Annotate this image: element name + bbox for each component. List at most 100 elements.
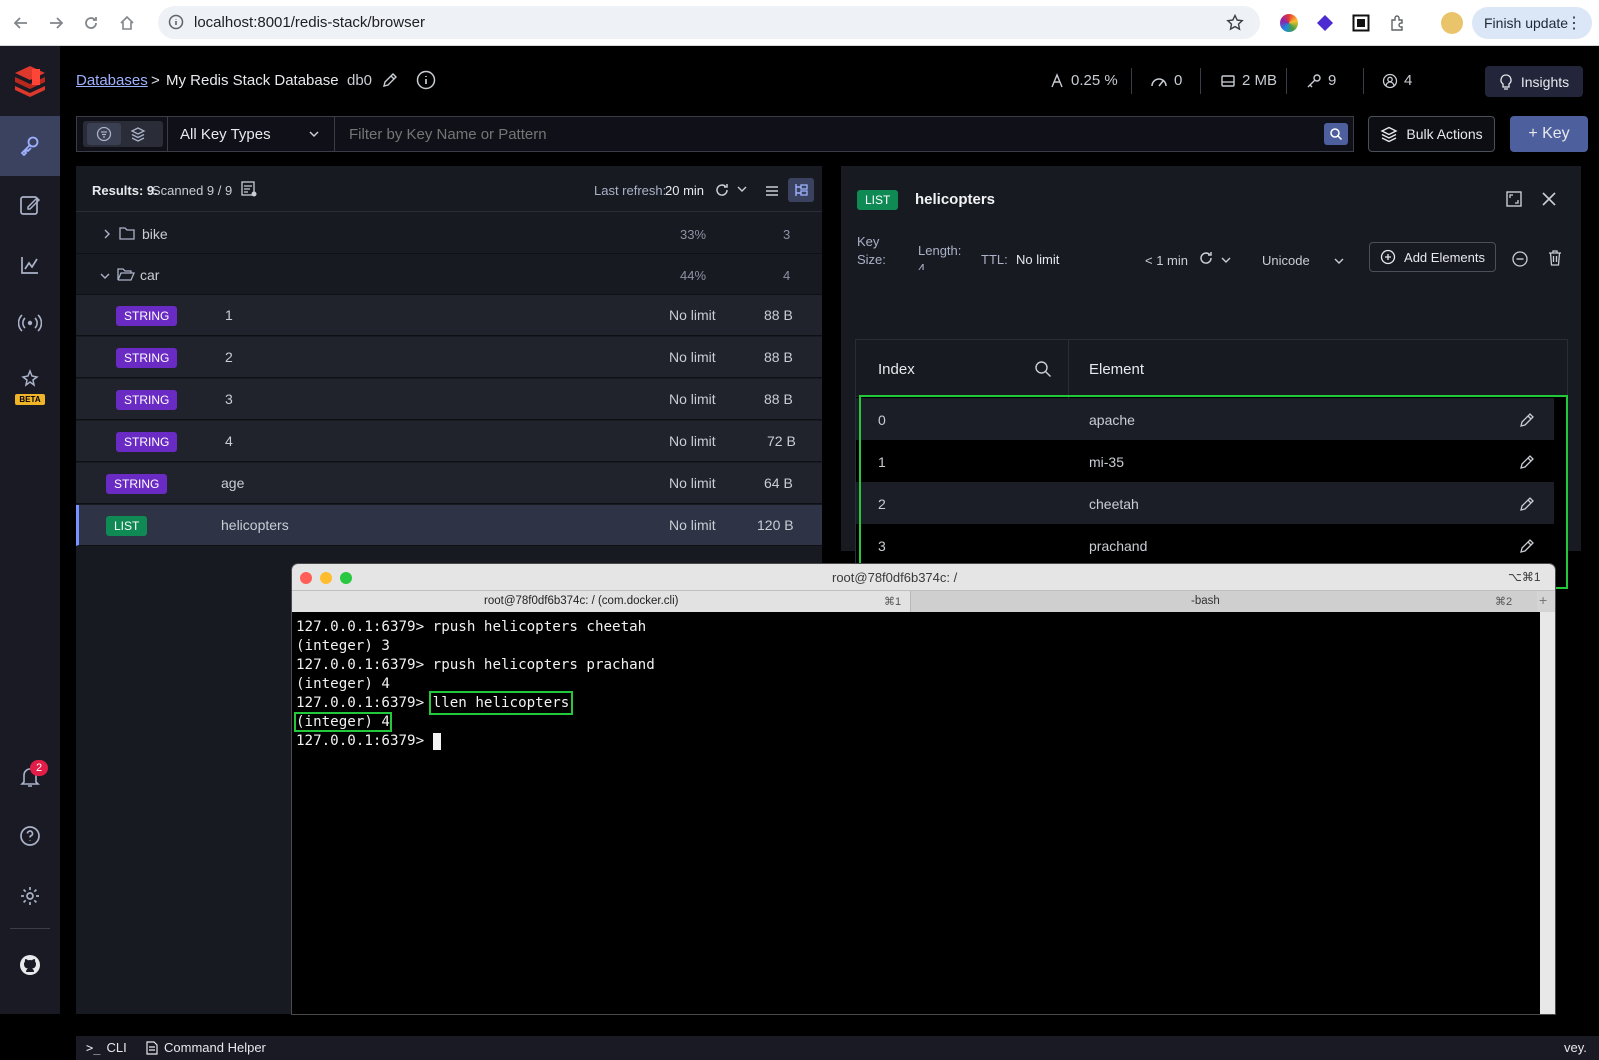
column-resize-handle[interactable] bbox=[1068, 340, 1069, 397]
sidebar-browser-key-icon[interactable] bbox=[0, 116, 60, 176]
add-elements-button[interactable]: Add Elements bbox=[1369, 242, 1496, 272]
extension-diamond-icon[interactable] bbox=[1316, 14, 1334, 32]
terminal-output[interactable]: 127.0.0.1:6379> rpush helicopters cheeta… bbox=[292, 612, 1540, 1014]
reload-icon[interactable] bbox=[80, 12, 102, 34]
sidebar-github-icon[interactable] bbox=[0, 936, 60, 994]
delete-key-trash-icon[interactable] bbox=[1547, 249, 1563, 267]
keys-stat: 9 bbox=[1306, 72, 1336, 89]
new-tab-plus-icon[interactable]: + bbox=[1539, 592, 1547, 608]
key-size: 120 B bbox=[757, 517, 794, 533]
refresh-options-chevron-icon[interactable] bbox=[736, 184, 748, 194]
sidebar-analysis-icon[interactable] bbox=[0, 236, 60, 294]
sidebar-settings-gear-icon[interactable] bbox=[0, 867, 60, 925]
remove-elements-icon[interactable] bbox=[1511, 250, 1529, 268]
close-icon[interactable] bbox=[1541, 191, 1557, 207]
detail-key-name[interactable]: helicopters bbox=[915, 191, 995, 208]
stat-divider bbox=[1286, 68, 1287, 94]
terminal-tab[interactable]: -bash ⌘2 bbox=[910, 591, 1537, 612]
finish-update-button[interactable]: Finish update ⋮ bbox=[1472, 7, 1592, 39]
terminal-line: (integer) 4 bbox=[296, 676, 390, 692]
breadcrumb-databases-link[interactable]: Databases bbox=[76, 72, 148, 89]
terminal-window[interactable]: root@78f0df6b374c: / ⌥⌘1 root@78f0df6b37… bbox=[292, 564, 1555, 1014]
extension-square-icon[interactable] bbox=[1352, 14, 1370, 32]
insights-label: Insights bbox=[1520, 73, 1570, 90]
key-row[interactable]: STRING age No limit 64 B bbox=[76, 463, 822, 504]
forward-icon[interactable] bbox=[45, 12, 67, 34]
bulk-actions-button[interactable]: Bulk Actions bbox=[1368, 116, 1495, 152]
key-type-select[interactable]: All Key Types bbox=[168, 117, 334, 151]
sidebar-triggers-beta-icon[interactable]: BETA bbox=[0, 351, 60, 421]
add-key-label: + Key bbox=[1528, 125, 1570, 142]
list-view-icon[interactable] bbox=[760, 180, 784, 202]
key-size: 88 B bbox=[764, 349, 793, 365]
edit-db-index-pencil-icon[interactable] bbox=[382, 72, 398, 88]
key-row-selected[interactable]: LIST helicopters No limit 120 B bbox=[76, 505, 822, 546]
index-search-icon[interactable] bbox=[1034, 360, 1052, 378]
redis-logo[interactable] bbox=[0, 46, 60, 114]
terminal-tab-label: -bash bbox=[1191, 595, 1220, 607]
site-info-icon[interactable] bbox=[168, 14, 184, 30]
encoding-value: Unicode bbox=[1262, 253, 1310, 268]
folder-icon bbox=[119, 227, 135, 240]
filter-search-mode-icon[interactable] bbox=[87, 123, 121, 145]
terminal-tab-label: root@78f0df6b374c: / (com.docker.cli) bbox=[484, 595, 679, 607]
back-icon[interactable] bbox=[10, 12, 32, 34]
sidebar-workbench-icon[interactable] bbox=[0, 176, 60, 234]
key-ttl: No limit bbox=[669, 391, 716, 407]
more-vert-icon[interactable]: ⋮ bbox=[1566, 13, 1582, 33]
terminal-zoom-button[interactable] bbox=[340, 572, 352, 584]
search-icon[interactable] bbox=[1324, 123, 1348, 145]
key-type-badge: STRING bbox=[116, 390, 178, 410]
key-row[interactable]: STRING 3 No limit 88 B bbox=[76, 379, 822, 420]
chevron-down-icon bbox=[100, 273, 110, 279]
folder-open-icon bbox=[117, 268, 135, 281]
database-info-icon[interactable] bbox=[416, 70, 436, 90]
chevron-right-icon bbox=[104, 229, 110, 239]
key-filter-input[interactable] bbox=[335, 117, 1295, 151]
add-key-button[interactable]: + Key bbox=[1510, 116, 1588, 152]
url-bar[interactable]: localhost:8001/redis-stack/browser bbox=[158, 6, 1260, 39]
terminal-scrollbar[interactable] bbox=[1540, 612, 1555, 1014]
elements-highlight-box bbox=[859, 395, 1568, 589]
insights-button[interactable]: Insights bbox=[1485, 66, 1583, 97]
terminal-titlebar[interactable]: root@78f0df6b374c: / ⌥⌘1 bbox=[292, 564, 1555, 590]
key-ttl: No limit bbox=[669, 517, 716, 533]
terminal-tab-active[interactable]: root@78f0df6b374c: / (com.docker.cli) ⌘1 bbox=[292, 591, 910, 612]
command-helper-button[interactable]: Command Helper bbox=[146, 1040, 266, 1055]
terminal-prompt: 127.0.0.1:6379> bbox=[296, 733, 433, 749]
terminal-minimize-button[interactable] bbox=[320, 572, 332, 584]
terminal-cursor bbox=[432, 732, 441, 750]
vector-search-mode-icon[interactable] bbox=[129, 125, 147, 143]
chevron-down-icon bbox=[309, 131, 319, 138]
tree-view-icon[interactable] bbox=[788, 178, 814, 202]
document-icon bbox=[146, 1040, 158, 1055]
detail-refresh-icon[interactable] bbox=[1198, 250, 1214, 266]
cli-button[interactable]: >_ CLI bbox=[86, 1040, 127, 1055]
sidebar-pubsub-icon[interactable] bbox=[0, 294, 60, 352]
scan-more-icon[interactable] bbox=[240, 180, 258, 198]
extensions-puzzle-icon[interactable] bbox=[1389, 14, 1407, 32]
profile-avatar[interactable] bbox=[1441, 12, 1463, 34]
key-row[interactable]: STRING 2 No limit 88 B bbox=[76, 337, 822, 378]
refresh-icon[interactable] bbox=[714, 182, 730, 198]
folder-row[interactable]: bike 33% 3 bbox=[76, 213, 822, 254]
home-icon[interactable] bbox=[116, 12, 138, 34]
key-row[interactable]: STRING 1 No limit 88 B bbox=[76, 295, 822, 336]
key-row[interactable]: STRING 4 No limit 72 B bbox=[76, 421, 822, 462]
key-ttl: No limit bbox=[669, 433, 716, 449]
detail-refresh-options-chevron-icon[interactable] bbox=[1220, 255, 1232, 265]
folder-row[interactable]: car 44% 4 bbox=[76, 254, 822, 295]
fullscreen-icon[interactable] bbox=[1505, 190, 1523, 208]
sidebar-help-icon[interactable] bbox=[0, 807, 60, 865]
encoding-select[interactable]: Unicode bbox=[1262, 252, 1344, 270]
sidebar-notifications-icon[interactable]: 2 bbox=[0, 748, 60, 806]
key-type-badge: STRING bbox=[106, 474, 168, 494]
extension-color-icon[interactable] bbox=[1280, 14, 1298, 32]
detail-last-refresh: < 1 min bbox=[1145, 253, 1188, 268]
terminal-close-button[interactable] bbox=[300, 572, 312, 584]
terminal-tab-shortcut: ⌘1 bbox=[884, 596, 902, 608]
bookmark-star-icon[interactable] bbox=[1226, 14, 1244, 32]
key-size: 72 B bbox=[767, 433, 796, 449]
terminal-line: 127.0.0.1:6379> bbox=[296, 732, 1536, 751]
survey-link-fragment[interactable]: vey. bbox=[1564, 1040, 1587, 1055]
